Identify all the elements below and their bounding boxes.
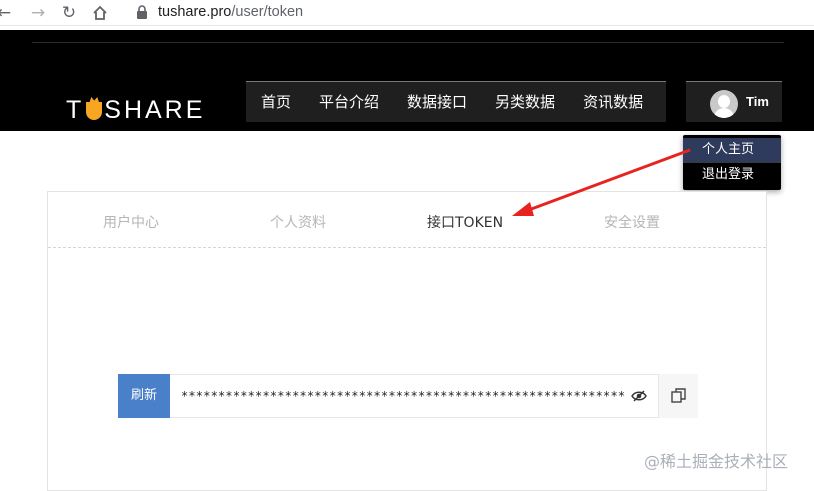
main-nav: 首页 平台介绍 数据接口 另类数据 资讯数据 xyxy=(246,81,666,122)
copy-button[interactable] xyxy=(658,374,698,418)
logo-text-right: SHARE xyxy=(104,96,206,124)
forward-arrow-icon[interactable]: → xyxy=(28,3,48,23)
nav-item-alt-data[interactable]: 另类数据 xyxy=(481,82,569,123)
site-logo[interactable]: T SHARE xyxy=(66,97,205,123)
copy-icon xyxy=(671,388,686,403)
browser-toolbar: ← → ↻ tushare.pro/user/token xyxy=(0,0,814,26)
logo-mark-icon xyxy=(86,102,103,120)
home-icon[interactable] xyxy=(90,3,110,23)
nav-item-home[interactable]: 首页 xyxy=(246,82,305,123)
tab-security[interactable]: 安全设置 xyxy=(604,212,660,232)
eye-slash-icon[interactable] xyxy=(631,389,647,403)
nav-item-data-api[interactable]: 数据接口 xyxy=(393,82,481,123)
reload-icon[interactable]: ↻ xyxy=(59,3,79,23)
token-field-group: 刷新 *************************************… xyxy=(118,374,698,418)
user-menu-trigger[interactable]: Tim xyxy=(686,81,782,122)
watermark: @稀土掘金技术社区 xyxy=(644,452,789,471)
username: Tim xyxy=(746,94,769,109)
url-path: /user/token xyxy=(231,4,304,20)
token-field[interactable]: ****************************************… xyxy=(181,389,626,403)
header-rule xyxy=(32,42,784,43)
tab-profile[interactable]: 个人资料 xyxy=(270,212,326,232)
lock-icon xyxy=(137,5,147,19)
tab-api-token[interactable]: 接口TOKEN xyxy=(427,212,503,232)
menu-item-profile[interactable]: 个人主页 xyxy=(683,138,781,162)
url-host: tushare.pro xyxy=(158,4,232,20)
user-center-card: 用户中心 个人资料 接口TOKEN 安全设置 刷新 **************… xyxy=(47,191,767,491)
address-bar[interactable]: tushare.pro/user/token xyxy=(158,4,303,20)
nav-item-platform[interactable]: 平台介绍 xyxy=(305,82,393,123)
menu-item-logout[interactable]: 退出登录 xyxy=(683,162,781,186)
user-dropdown: 个人主页 退出登录 xyxy=(683,135,781,190)
refresh-button[interactable]: 刷新 xyxy=(118,374,170,418)
logo-text-left: T xyxy=(66,96,85,124)
nav-item-news-data[interactable]: 资讯数据 xyxy=(569,82,657,123)
back-arrow-icon[interactable]: ← xyxy=(0,3,14,23)
avatar xyxy=(710,90,738,118)
tab-user-center[interactable]: 用户中心 xyxy=(103,212,159,232)
tab-bar: 用户中心 个人资料 接口TOKEN 安全设置 xyxy=(48,192,766,248)
